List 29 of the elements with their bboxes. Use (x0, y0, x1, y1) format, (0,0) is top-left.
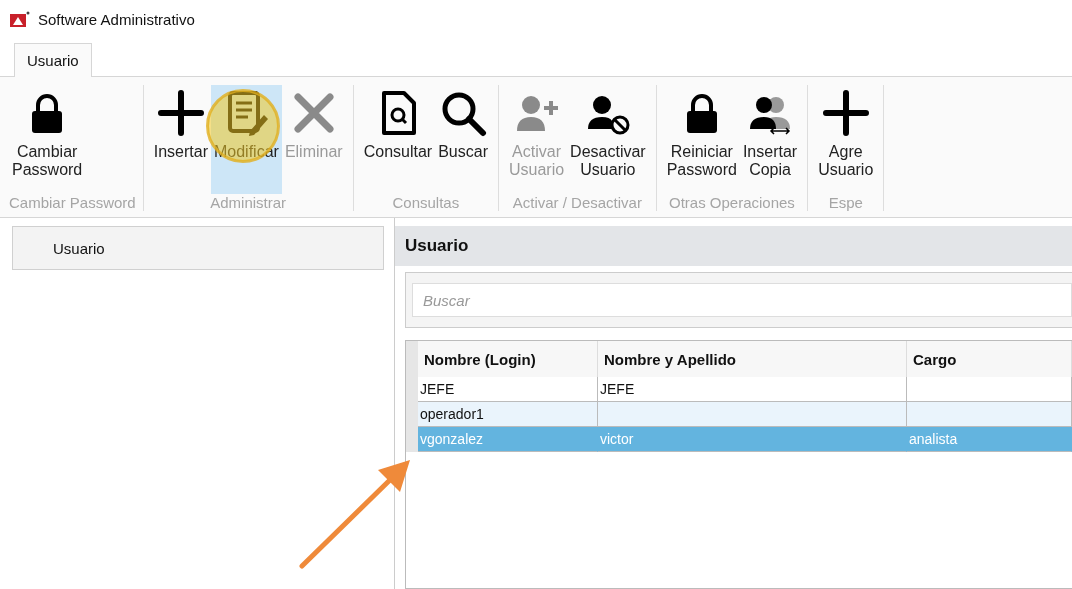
search-field[interactable]: Buscar (412, 283, 1072, 317)
ribbon-button[interactable]: Agre Usuario (815, 85, 877, 194)
ribbon-button[interactable]: Reiniciar Password (663, 85, 740, 194)
ribbon-button[interactable]: Cambiar Password (9, 85, 86, 194)
group-label: Activar / Desactivar (511, 194, 643, 211)
sidebar-item[interactable]: Usuario (12, 226, 384, 270)
ribbon-tab[interactable]: Usuario (14, 43, 92, 77)
table-cell: vgonzalez (418, 427, 598, 452)
ribbon-button[interactable]: Buscar (435, 85, 491, 194)
group-label: Cambiar Password (9, 194, 136, 211)
app-logo-icon (10, 11, 30, 27)
plus-icon (156, 89, 205, 137)
group-label: Administrar (209, 194, 288, 211)
row-header-cell (406, 341, 418, 377)
ribbon-button[interactable]: Consultar (360, 85, 436, 194)
table-cell: victor (598, 427, 907, 452)
window-title: Software Administrativo (38, 10, 195, 28)
group-label: Otras Operaciones (667, 194, 796, 211)
plus-icon (821, 89, 870, 137)
group-label: Espe (827, 194, 864, 211)
ribbon-button[interactable]: Insertar Copia (739, 85, 801, 194)
table-row[interactable]: operador1 (406, 402, 1072, 427)
group-label: Consultas (391, 194, 461, 211)
table-cell: analista (907, 427, 1072, 452)
ribbon-button[interactable]: Desactivar Usuario (567, 85, 649, 194)
table-row[interactable]: JEFE JEFE (406, 377, 1072, 402)
ribbon-button[interactable]: Insertar (150, 85, 211, 194)
row-header-cell[interactable] (406, 427, 418, 452)
panel-title: Usuario (395, 226, 1072, 266)
